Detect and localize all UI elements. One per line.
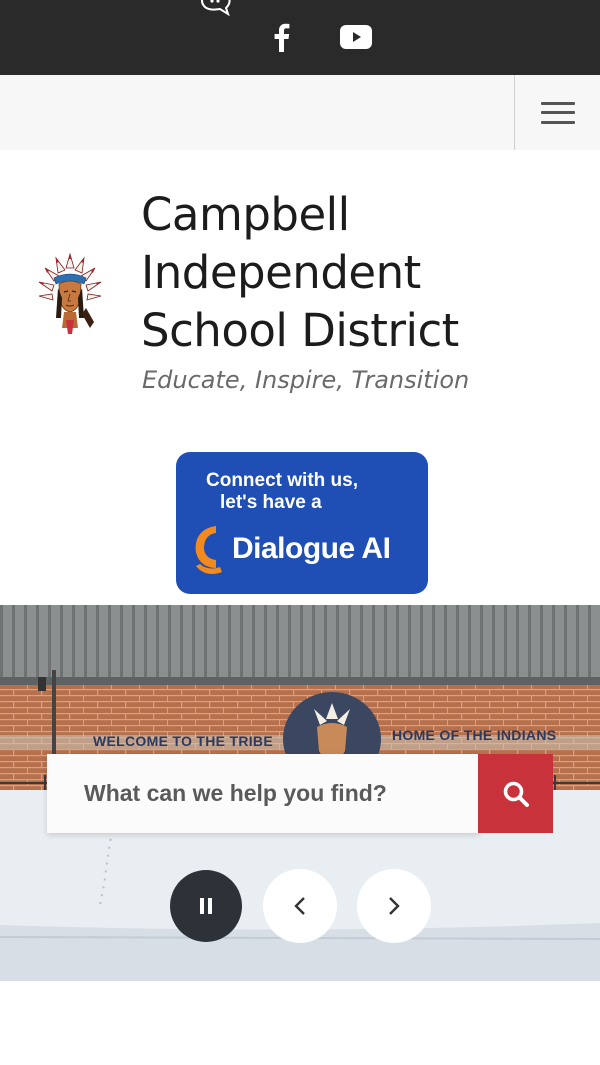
dialogue-line1: Connect with us, <box>206 470 358 491</box>
dialogue-line2: let's have a <box>220 492 322 513</box>
search-button[interactable] <box>478 754 553 833</box>
chevron-right-icon <box>389 897 400 915</box>
previous-slide-button[interactable] <box>263 869 337 943</box>
school-name-line3: School District <box>141 304 459 357</box>
dialogue-brand: Dialogue AI <box>232 532 391 565</box>
school-name-line2: Independent <box>141 246 421 299</box>
school-name-line1: Campbell <box>141 188 350 241</box>
next-slide-button[interactable] <box>357 869 431 943</box>
tagline: Educate, Inspire, Transition <box>142 366 470 394</box>
search-input[interactable] <box>47 754 479 833</box>
pause-icon <box>200 898 212 914</box>
chat-icon[interactable] <box>198 0 234 16</box>
search-icon <box>503 781 529 807</box>
facebook-icon[interactable] <box>270 22 292 52</box>
chevron-left-icon <box>294 897 305 915</box>
nav-bar <box>0 75 600 150</box>
hamburger-menu-icon <box>540 101 575 124</box>
sign-welcome: WELCOME TO THE TRIBE <box>93 733 273 749</box>
dialogue-ai-button[interactable]: Connect with us, let's have a Dialogue A… <box>176 452 428 594</box>
search-box <box>47 754 479 833</box>
pause-button[interactable] <box>170 870 242 942</box>
school-name[interactable]: Campbell Independent School District <box>141 186 581 360</box>
youtube-icon[interactable] <box>340 25 372 49</box>
social-bar <box>0 0 600 75</box>
school-logo[interactable] <box>34 248 106 336</box>
hero-slideshow: WELCOME TO THE TRIBE HOME OF THE INDIANS <box>0 605 600 981</box>
sign-home: HOME OF THE INDIANS <box>392 727 557 743</box>
menu-button[interactable] <box>515 75 600 150</box>
dialogue-logo-icon <box>195 526 222 574</box>
